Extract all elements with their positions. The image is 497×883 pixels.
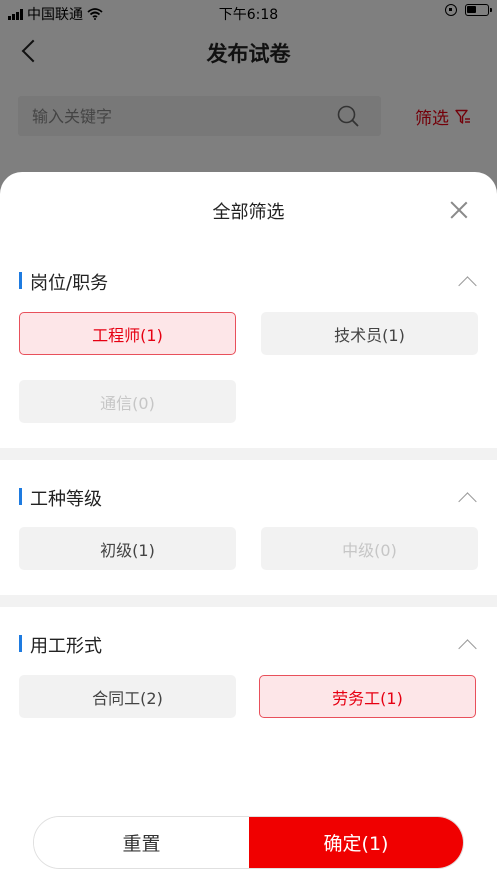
section-header-employment[interactable]: 用工形式	[19, 632, 479, 657]
section-accent-bar	[19, 635, 22, 652]
reset-button[interactable]: 重置	[34, 817, 249, 868]
sheet-title: 全部筛选	[212, 202, 285, 223]
section-title: 工种等级	[30, 489, 102, 510]
option-chip[interactable]: 合同工(2)	[19, 675, 236, 718]
section-header-position[interactable]: 岗位/职务	[19, 269, 479, 294]
section-divider	[0, 448, 497, 460]
section-title: 用工形式	[30, 636, 102, 657]
footer-actions: 重置 确定(1)	[33, 816, 464, 869]
filter-sheet: 全部筛选 岗位/职务 工程师(1) 技术员(1) 通信(0) 工种等级 初级(1…	[0, 172, 497, 883]
section-header-level[interactable]: 工种等级	[19, 485, 479, 510]
section-title: 岗位/职务	[30, 273, 109, 294]
option-chip: 中级(0)	[261, 527, 478, 570]
chevron-up-icon[interactable]	[460, 489, 474, 503]
section-accent-bar	[19, 272, 22, 289]
chevron-up-icon[interactable]	[460, 636, 474, 650]
chevron-up-icon[interactable]	[460, 273, 474, 287]
close-icon[interactable]	[448, 199, 470, 221]
option-chip: 通信(0)	[19, 380, 236, 423]
option-chip[interactable]: 初级(1)	[19, 527, 236, 570]
confirm-button[interactable]: 确定(1)	[249, 817, 463, 868]
section-divider	[0, 595, 497, 607]
section-accent-bar	[19, 488, 22, 505]
option-chip[interactable]: 劳务工(1)	[259, 675, 476, 718]
option-chip[interactable]: 技术员(1)	[261, 312, 478, 355]
option-chip[interactable]: 工程师(1)	[19, 312, 236, 355]
